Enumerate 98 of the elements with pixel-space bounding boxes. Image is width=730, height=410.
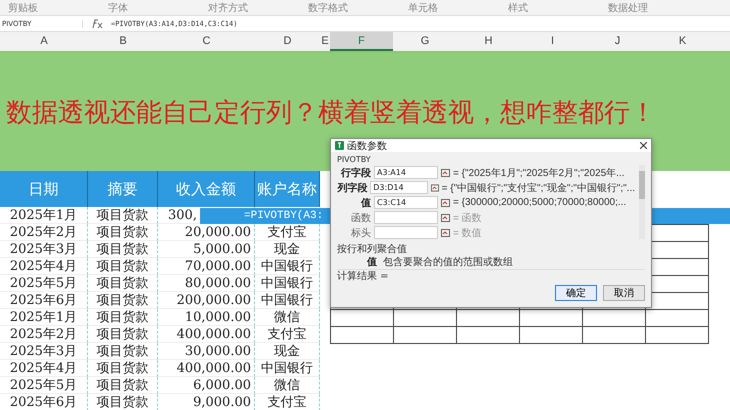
table-cell: 项目货款 <box>88 309 158 326</box>
column-header[interactable]: K <box>650 32 715 51</box>
column-header[interactable]: A <box>0 32 88 51</box>
argument-result: = {"中国银行";"支付宝";"现金";"中国银行";"... <box>442 182 635 194</box>
table-cell: 30,000.00 <box>158 343 255 360</box>
argument-result: = {300000;20000;5000;70000;80000;... <box>453 197 626 208</box>
table-cell: 6,000.00 <box>158 377 255 394</box>
function-name: PIVOTBY <box>337 154 372 165</box>
column-header[interactable]: G <box>393 32 457 51</box>
range-select-icon[interactable] <box>441 198 450 206</box>
argument-result: = 数值 <box>453 226 482 240</box>
table-cell: 10,000.00 <box>158 309 255 326</box>
argument-result: = {"2025年1月";"2025年2月";"2025年... <box>453 166 624 180</box>
table-cell: 2025年2月 <box>0 326 88 343</box>
table-cell: 70,000.00 <box>158 258 255 275</box>
table-cell: 2025年6月 <box>0 292 88 309</box>
table-cell: 支付宝 <box>255 394 320 410</box>
ribbon-group-label: 数字格式 <box>308 3 349 15</box>
table-cell: 2025年2月 <box>0 224 88 241</box>
argument-label: 值 <box>360 196 371 210</box>
table-cell: 支付宝 <box>255 326 320 343</box>
argument-label: 行字段 <box>340 166 371 180</box>
banner-title: 数据透视还能自己定行列？横着竖着透视，想咋整都行！ <box>5 96 656 130</box>
argument-label: 标头 <box>350 226 371 240</box>
computed-result: 计算结果 = <box>337 269 645 283</box>
argument-label: 函数 <box>350 212 371 224</box>
dialog-title: 函数参数 <box>347 140 388 152</box>
table-cell: 微信 <box>255 377 320 394</box>
table-cell: 项目货款 <box>88 207 158 224</box>
table-cell: 项目货款 <box>88 258 158 275</box>
table-cell: 2025年3月 <box>0 343 88 360</box>
table-cell: 80,000.00 <box>158 275 255 292</box>
table-cell: 项目货款 <box>88 241 158 258</box>
table-cell: 项目货款 <box>88 377 158 394</box>
header-cell: 收入金额 <box>158 171 255 207</box>
argument-field[interactable]: D3:D14 <box>370 181 428 194</box>
column-header[interactable]: C <box>158 32 255 51</box>
header-cell: 摘要 <box>88 171 158 207</box>
ribbon-group-label: 样式 <box>508 3 529 15</box>
column-header[interactable]: J <box>585 32 650 51</box>
cancel-button[interactable]: 取消 <box>603 285 645 301</box>
table-cell: 2025年1月 <box>0 207 88 224</box>
ok-button[interactable]: 确定 <box>555 285 597 301</box>
column-header[interactable]: B <box>88 32 158 51</box>
table-cell: 5,000.00 <box>158 241 255 258</box>
header-cell: 账户名称 <box>255 171 320 207</box>
hint-label: 值 <box>367 256 377 269</box>
table-cell: 项目货款 <box>88 275 158 292</box>
table-cell: 中国银行 <box>255 275 320 292</box>
argument-field[interactable] <box>374 226 438 239</box>
hint-text: 包含要聚合的值的范围或数组 <box>383 256 513 269</box>
column-header[interactable]: F <box>330 32 393 51</box>
close-icon[interactable] <box>640 142 647 149</box>
function-icon[interactable] <box>91 18 103 28</box>
ribbon-group-label: 剪贴板 <box>8 3 39 15</box>
function-description: 按行和列聚合值 <box>337 243 408 256</box>
table-cell: 2025年5月 <box>0 377 88 394</box>
column-header[interactable]: H <box>457 32 520 51</box>
argument-field[interactable]: A3:A14 <box>374 166 438 179</box>
table-cell: 现金 <box>255 343 320 360</box>
table-cell: 项目货款 <box>88 343 158 360</box>
argument-result: = 函数 <box>453 212 482 224</box>
table-cell: 项目货款 <box>88 224 158 241</box>
table-cell: 2025年1月 <box>0 309 88 326</box>
table-cell: 2025年5月 <box>0 275 88 292</box>
range-select-icon[interactable] <box>441 228 450 236</box>
range-select-icon[interactable] <box>441 168 450 176</box>
table-cell: 2025年3月 <box>0 241 88 258</box>
argument-label: 列字段 <box>337 181 368 194</box>
table-cell: 项目货款 <box>88 326 158 343</box>
table-cell: 中国银行 <box>255 292 320 309</box>
header-cell: 日期 <box>0 171 88 207</box>
table-cell: 中国银行 <box>255 258 320 275</box>
table-cell: 微信 <box>255 309 320 326</box>
table-cell: 2025年4月 <box>0 258 88 275</box>
scrollbar[interactable] <box>639 165 645 239</box>
table-cell: 项目货款 <box>88 394 158 410</box>
table-cell: 现金 <box>255 241 320 258</box>
ribbon-group-label: 对齐方式 <box>208 3 249 15</box>
ribbon-group-label: 单元格 <box>408 3 439 15</box>
column-header[interactable]: D <box>255 32 320 51</box>
table-cell: 项目货款 <box>88 292 158 309</box>
table-cell: 2025年6月 <box>0 394 88 410</box>
range-select-icon[interactable] <box>441 214 450 222</box>
table-cell: 200,000.00 <box>158 292 255 309</box>
ribbon-group-label: 数据处理 <box>608 3 649 15</box>
column-header[interactable]: I <box>520 32 585 51</box>
table-cell: 中国银行 <box>255 360 320 377</box>
table-cell: 400,000.00 <box>158 326 255 343</box>
column-header[interactable]: E <box>320 32 330 51</box>
range-select-icon[interactable] <box>430 184 439 192</box>
argument-field[interactable] <box>374 211 438 224</box>
table-cell: 项目货款 <box>88 360 158 377</box>
ribbon-group-label: 字体 <box>108 3 129 15</box>
argument-field[interactable]: C3:C14 <box>374 196 438 209</box>
table-cell: 9,000.00 <box>158 394 255 410</box>
table-cell: 400,000.00 <box>158 360 255 377</box>
table-cell: 2025年4月 <box>0 360 88 377</box>
